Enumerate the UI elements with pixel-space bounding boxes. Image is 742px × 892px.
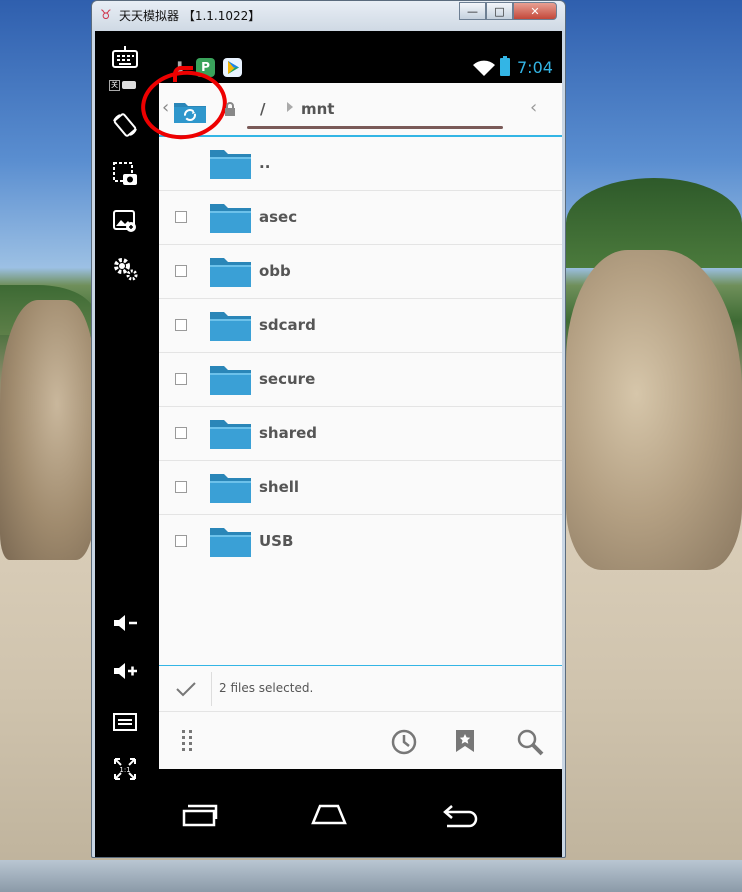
file-name: sdcard (259, 316, 316, 334)
file-checkbox[interactable] (175, 427, 187, 439)
file-name: .. (259, 154, 271, 172)
volume-down-icon[interactable] (109, 607, 141, 639)
list-item[interactable]: .. (159, 137, 562, 191)
close-button[interactable]: ✕ (513, 2, 557, 20)
file-checkbox[interactable] (175, 535, 187, 547)
folder-icon (209, 309, 252, 342)
red-annotation-tail (173, 66, 193, 82)
play-store-icon (223, 58, 242, 77)
emulator-window: ♉ 天天模拟器 【1.1.1022】 — □ ✕ 关 1:1 ⬇ P 7:04 … (91, 0, 566, 858)
clock: 7:04 (517, 58, 553, 77)
fullscreen-icon[interactable]: 1:1 (109, 753, 141, 785)
search-icon[interactable] (516, 728, 544, 760)
divider (211, 672, 212, 706)
drag-handle-icon[interactable] (181, 729, 193, 757)
file-name: shared (259, 424, 318, 442)
desktop-rock (0, 300, 95, 560)
file-checkbox[interactable] (175, 265, 187, 277)
breadcrumb-root[interactable]: / (260, 100, 265, 118)
screenshot-icon[interactable] (109, 158, 141, 190)
menu-icon[interactable] (109, 705, 141, 737)
breadcrumb-current[interactable]: mnt (301, 100, 334, 118)
minimize-button[interactable]: — (459, 2, 486, 20)
toggle-knob (122, 81, 136, 89)
file-name: asec (259, 208, 298, 226)
file-name: shell (259, 478, 300, 496)
emulator-toolbar: 关 1:1 (95, 31, 159, 857)
folder-icon (209, 417, 252, 450)
bottom-action-bar (159, 711, 562, 769)
volume-up-icon[interactable] (109, 655, 141, 687)
title-bar[interactable]: ♉ 天天模拟器 【1.1.1022】 — □ ✕ (92, 1, 565, 31)
battery-icon (500, 56, 510, 76)
back-icon[interactable] (439, 803, 479, 833)
folder-icon (209, 471, 252, 504)
folder-icon (209, 255, 252, 288)
window-controls: — □ ✕ (459, 2, 557, 21)
file-checkbox[interactable] (175, 481, 187, 493)
wifi-icon (472, 59, 496, 81)
list-item[interactable]: asec (159, 191, 562, 245)
settings-icon[interactable] (109, 253, 141, 285)
selection-bar: 2 files selected. (159, 665, 562, 711)
keyboard-toggle[interactable]: 关 (109, 79, 141, 91)
path-forward-icon[interactable]: ‹ (530, 97, 537, 118)
taskbar (0, 860, 742, 892)
list-item[interactable]: shared (159, 407, 562, 461)
file-name: obb (259, 262, 291, 280)
navigation-bar (159, 769, 562, 857)
emulator-body: 关 1:1 ⬇ P 7:04 ‹ / mnt ‹ .. asec obb sdc… (95, 31, 562, 857)
file-list: .. asec obb sdcard secure shared shell U… (159, 137, 562, 569)
folder-icon (209, 363, 252, 396)
rotate-screen-icon[interactable] (109, 109, 141, 141)
file-checkbox[interactable] (175, 319, 187, 331)
folder-icon (209, 201, 252, 234)
file-checkbox[interactable] (175, 373, 187, 385)
list-item[interactable]: secure (159, 353, 562, 407)
folder-icon (209, 525, 252, 558)
path-bar: ‹ / mnt ‹ (136, 65, 562, 145)
bookmark-icon[interactable] (454, 728, 476, 758)
path-underline (247, 126, 503, 129)
file-manager: ‹ / mnt ‹ .. asec obb sdcard secure shar… (136, 65, 562, 769)
check-icon[interactable] (175, 680, 197, 702)
file-checkbox[interactable] (175, 211, 187, 223)
recent-apps-icon[interactable] (181, 803, 219, 831)
home-icon[interactable] (309, 803, 349, 829)
breadcrumb-separator-icon (287, 102, 293, 112)
keyboard-icon[interactable] (109, 41, 141, 73)
file-name: USB (259, 532, 294, 550)
svg-text:1:1: 1:1 (119, 766, 130, 774)
list-item[interactable]: obb (159, 245, 562, 299)
history-icon[interactable] (390, 728, 418, 760)
status-bar: ⬇ P 7:04 (159, 49, 562, 83)
list-item[interactable]: sdcard (159, 299, 562, 353)
list-item[interactable]: USB (159, 515, 562, 569)
desktop-rock (566, 250, 742, 570)
selection-status: 2 files selected. (219, 681, 314, 695)
keyboard-toggle-label: 关 (109, 79, 120, 91)
folder-icon (209, 147, 252, 180)
list-item[interactable]: shell (159, 461, 562, 515)
maximize-button[interactable]: □ (486, 2, 513, 20)
file-name: secure (259, 370, 316, 388)
app-logo-icon: ♉ (100, 8, 112, 23)
lock-icon (223, 101, 237, 121)
android-screen: ⬇ P 7:04 ‹ / mnt ‹ .. asec obb sdcard se… (136, 49, 562, 857)
gallery-icon[interactable] (109, 205, 141, 237)
window-title: 天天模拟器 【1.1.1022】 (119, 9, 261, 23)
